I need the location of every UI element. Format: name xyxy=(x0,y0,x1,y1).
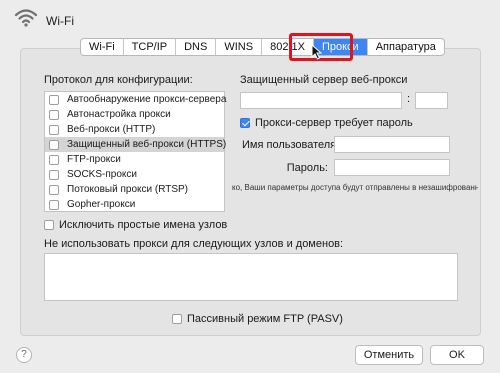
protocol-item-socks[interactable]: SOCKS-прокси xyxy=(45,167,224,182)
help-button[interactable]: ? xyxy=(16,347,32,363)
protocol-item-http[interactable]: Веб-прокси (HTTP) xyxy=(45,122,224,137)
checkbox[interactable] xyxy=(49,169,59,180)
checkbox[interactable] xyxy=(49,154,59,165)
protocol-item-https[interactable]: Защищенный веб-прокси (HTTPS) xyxy=(45,137,227,152)
checkbox[interactable] xyxy=(49,94,59,105)
cancel-button[interactable]: Отменить xyxy=(355,345,423,365)
proxy-host-input[interactable] xyxy=(240,92,402,109)
protocol-item-ftp[interactable]: FTP-прокси xyxy=(45,152,224,167)
checkbox[interactable] xyxy=(49,124,59,135)
protocol-label: Автообнаружение прокси-сервера xyxy=(67,94,227,105)
password-input[interactable] xyxy=(334,159,450,176)
bypass-hosts-textarea[interactable] xyxy=(44,253,458,301)
exclude-simple-hosts-label: Исключить простые имена узлов xyxy=(59,219,228,231)
tab-hardware[interactable]: Аппаратура xyxy=(368,39,444,55)
protocol-item-gopher[interactable]: Gopher-прокси xyxy=(45,197,224,212)
requires-password-checkbox[interactable] xyxy=(240,118,250,128)
requires-password-option[interactable]: Прокси-сервер требует пароль xyxy=(240,117,413,129)
proxy-server-header: Защищенный сервер веб-прокси xyxy=(240,74,408,86)
unencrypted-warning-note: ко, Ваши параметры доступа будут отправл… xyxy=(232,183,478,192)
protocol-label: FTP-прокси xyxy=(67,154,121,165)
tab-wifi[interactable]: Wi-Fi xyxy=(81,39,124,55)
password-label: Пароль: xyxy=(286,162,328,174)
proxy-port-input[interactable] xyxy=(415,92,448,109)
tab-tcpip[interactable]: TCP/IP xyxy=(124,39,177,55)
checkbox[interactable] xyxy=(49,139,59,150)
checkbox[interactable] xyxy=(49,199,59,210)
window-title: Wi-Fi xyxy=(46,14,74,28)
username-label: Имя пользователя: xyxy=(242,139,340,151)
protocol-label: Gopher-прокси xyxy=(67,199,136,210)
protocol-item-rtsp[interactable]: Потоковый прокси (RTSP) xyxy=(45,182,224,197)
protocol-label: Веб-прокси (HTTP) xyxy=(67,124,156,135)
host-port-separator: : xyxy=(407,93,411,105)
wifi-icon xyxy=(14,9,38,27)
ok-button[interactable]: OK xyxy=(430,345,484,365)
protocol-list[interactable]: Автообнаружение прокси-сервера Автонастр… xyxy=(44,91,227,212)
tab-dns[interactable]: DNS xyxy=(176,39,217,55)
protocol-item-autoconfig[interactable]: Автонастройка прокси xyxy=(45,107,224,122)
passive-ftp-label: Пассивный режим FTP (PASV) xyxy=(187,313,343,325)
window-header: Wi-Fi xyxy=(0,0,500,36)
protocol-label: Автонастройка прокси xyxy=(67,109,171,120)
tab-bar: Wi-Fi TCP/IP DNS WINS 802.1X Прокси Аппа… xyxy=(80,38,445,56)
username-input[interactable] xyxy=(334,136,450,153)
requires-password-label: Прокси-сервер требует пароль xyxy=(255,117,413,129)
protocol-label: Защищенный веб-прокси (HTTPS) xyxy=(67,139,227,150)
protocol-list-header: Протокол для конфигурации: xyxy=(44,74,193,86)
passive-ftp-option[interactable]: Пассивный режим FTP (PASV) xyxy=(172,313,343,325)
protocol-label: Потоковый прокси (RTSP) xyxy=(67,184,189,195)
protocol-item-autodiscovery[interactable]: Автообнаружение прокси-сервера xyxy=(45,92,227,107)
bypass-list-label: Не использовать прокси для следующих узл… xyxy=(44,238,344,250)
mouse-pointer-icon xyxy=(311,44,323,60)
protocol-label: SOCKS-прокси xyxy=(67,169,137,180)
exclude-simple-hosts-option[interactable]: Исключить простые имена узлов xyxy=(44,219,227,231)
passive-ftp-checkbox[interactable] xyxy=(172,314,182,324)
exclude-simple-hosts-checkbox[interactable] xyxy=(44,220,54,230)
checkbox[interactable] xyxy=(49,184,59,195)
tab-wins[interactable]: WINS xyxy=(216,39,263,55)
checkbox[interactable] xyxy=(49,109,59,120)
